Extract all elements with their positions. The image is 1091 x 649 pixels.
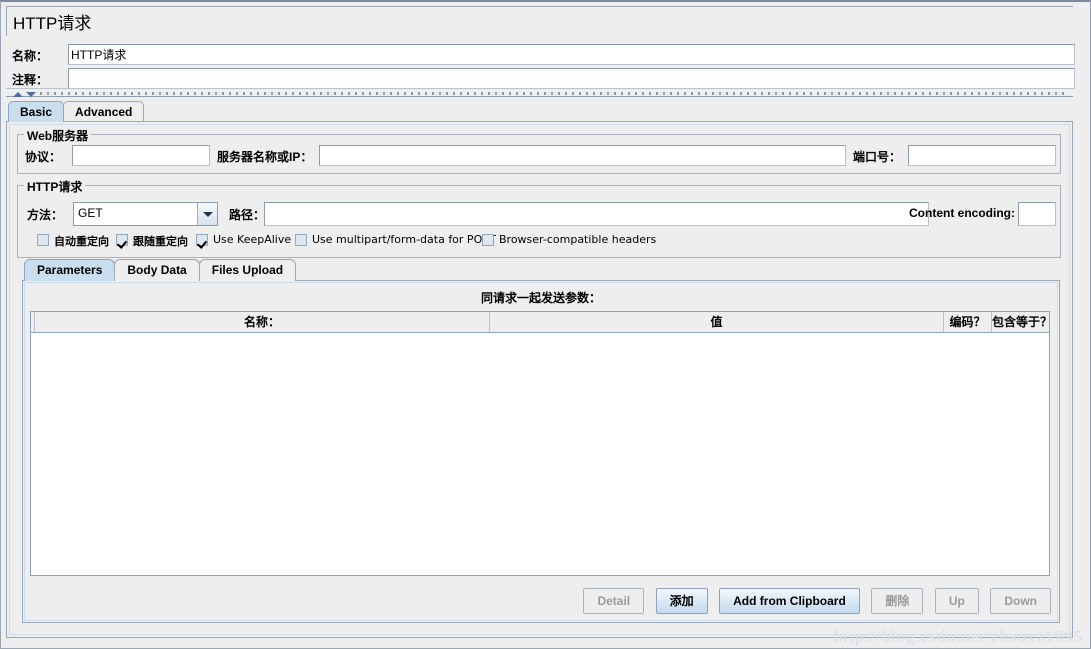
table-column-name[interactable]: 名称：	[35, 312, 490, 332]
parameters-panel: 同请求一起发送参数： 名称： 值 编码？ 包含等于？ Detail 添加 Add…	[22, 280, 1060, 623]
subtab-body-data[interactable]: Body Data	[114, 259, 200, 281]
parameters-table-caption: 同请求一起发送参数：	[480, 291, 601, 305]
checkbox-use-keepalive-box[interactable]	[196, 234, 208, 246]
parameters-button-bar: Detail 添加 Add from Clipboard 删除 Up Down	[23, 588, 1051, 614]
panel-title-bar: HTTP请求	[6, 6, 1073, 36]
name-label: 名称：	[12, 49, 49, 63]
page-title: HTTP请求	[13, 14, 92, 33]
table-column-encode[interactable]: 编码？	[944, 312, 992, 332]
down-button[interactable]: Down	[990, 588, 1051, 614]
method-select[interactable]: GET	[73, 202, 218, 226]
http-request-config-window: HTTP请求 名称： HTTP请求 注释： Basic Advanced Web…	[0, 0, 1091, 649]
detail-button[interactable]: Detail	[583, 588, 645, 614]
path-label: 路径：	[229, 208, 266, 222]
add-button[interactable]: 添加	[655, 588, 708, 614]
checkbox-use-multipart-box[interactable]	[295, 234, 307, 246]
port-label: 端口号：	[853, 150, 902, 164]
name-row: 名称： HTTP请求	[6, 44, 1075, 66]
split-pane-divider[interactable]	[6, 88, 1073, 97]
http-request-group-title: HTTP请求	[24, 178, 86, 195]
main-tabstrip: Basic Advanced	[8, 101, 145, 122]
name-input[interactable]: HTTP请求	[68, 44, 1075, 65]
checkbox-use-keepalive-label: Use KeepAlive	[213, 233, 292, 246]
parameters-table: 名称： 值 编码？ 包含等于？	[30, 311, 1050, 576]
method-label: 方法：	[27, 208, 64, 222]
tab-advanced[interactable]: Advanced	[63, 101, 145, 122]
triangle-up-icon[interactable]	[13, 92, 23, 97]
web-server-group-title: Web服务器	[24, 127, 92, 144]
http-request-group: HTTP请求 方法： GET 路径： Content encoding: 自动重…	[17, 178, 1062, 258]
checkbox-follow-redirects-label: 跟随重定向	[133, 235, 188, 248]
comment-label: 注释：	[12, 73, 49, 87]
parameters-tabstrip: Parameters Body Data Files Upload	[24, 259, 297, 281]
table-column-include-equals[interactable]: 包含等于？	[992, 312, 1049, 332]
chevron-down-icon	[203, 212, 213, 217]
method-select-button[interactable]	[197, 203, 217, 225]
protocol-label: 协议：	[25, 150, 62, 164]
subtab-files-upload[interactable]: Files Upload	[198, 259, 297, 281]
comment-input[interactable]	[68, 68, 1075, 89]
checkbox-follow-redirects-box[interactable]	[116, 234, 128, 246]
tab-basic[interactable]: Basic	[8, 101, 65, 122]
http-options-row: 自动重定向 跟随重定向 Use KeepAlive Use multipart/…	[18, 233, 1062, 250]
port-input[interactable]	[908, 145, 1056, 166]
table-column-value[interactable]: 值	[490, 312, 944, 332]
delete-button[interactable]: 删除	[871, 588, 924, 614]
protocol-input[interactable]	[72, 145, 210, 166]
server-label: 服务器名称或IP：	[217, 150, 313, 164]
up-button[interactable]: Up	[934, 588, 979, 614]
checkbox-browser-compatible-headers-box[interactable]	[482, 234, 494, 246]
checkbox-browser-compatible-headers-label: Browser-compatible headers	[499, 233, 657, 246]
checkbox-use-multipart-label: Use multipart/form-data for POST	[312, 233, 496, 246]
server-input[interactable]	[319, 145, 846, 166]
content-encoding-label: Content encoding:	[909, 206, 1015, 220]
add-from-clipboard-button[interactable]: Add from Clipboard	[719, 588, 860, 614]
checkbox-auto-redirect-label: 自动重定向	[54, 235, 109, 248]
web-server-group: Web服务器 协议： 服务器名称或IP： 端口号：	[17, 127, 1061, 174]
path-input[interactable]	[264, 202, 929, 226]
method-select-value: GET	[78, 206, 103, 220]
subtab-parameters[interactable]: Parameters	[24, 259, 116, 281]
content-encoding-input[interactable]	[1018, 202, 1056, 226]
comment-row: 注释：	[6, 68, 1075, 90]
triangle-down-icon[interactable]	[26, 92, 36, 97]
divider-grip	[40, 92, 1069, 95]
parameters-table-header: 名称： 值 编码？ 包含等于？	[31, 312, 1049, 333]
parameters-table-body[interactable]	[31, 333, 1049, 575]
checkbox-auto-redirect-box[interactable]	[37, 234, 49, 246]
